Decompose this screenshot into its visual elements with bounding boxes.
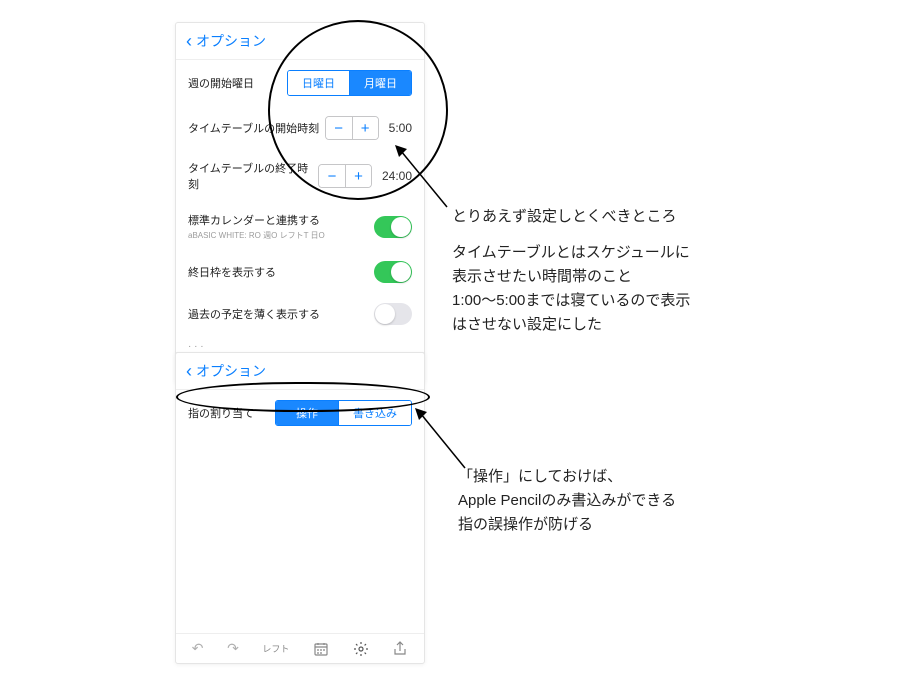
row-label: 指の割り当て [188,405,275,421]
arrow-icon [395,145,455,215]
panel2-toolbar: ↶ ↷ レフト [176,633,424,663]
stepper-plus[interactable]: + [352,117,378,139]
seg-option-write[interactable]: 書き込み [338,401,411,425]
row-tt-start: タイムテーブルの開始時刻 − + 5:00 [176,106,424,150]
row-cutoff: · · · [176,335,424,352]
chevron-left-icon: ‹ [186,362,192,380]
tt-end-stepper: − + [318,164,372,188]
finger-segmented: 操作 書き込み [275,400,412,426]
tt-start-value: 5:00 [389,121,412,135]
seg-option-monday[interactable]: 月曜日 [349,71,411,95]
options-panel-1: ‹ オプション 週の開始曜日 日曜日 月曜日 タイムテーブルの開始時刻 − + … [175,22,425,383]
row-dim-past: 過去の予定を薄く表示する [176,293,424,335]
annotation-text-1: とりあえず設定しとくべきところ タイムテーブルとはスケジュールに 表示させたい時… [452,205,690,337]
row-label: タイムテーブルの終了時刻 [188,160,318,192]
seg-option-control[interactable]: 操作 [276,401,338,425]
tt-start-stepper: − + [325,116,379,140]
show-holiday-switch[interactable] [374,261,412,283]
row-label: 過去の予定を薄く表示する [188,306,374,322]
undo-icon[interactable]: ↶ [192,640,204,657]
toolbar-left-label[interactable]: レフト [262,642,289,655]
seg-option-sunday[interactable]: 日曜日 [288,71,349,95]
row-tt-end: タイムテーブルの終了時刻 − + 24:00 [176,150,424,202]
week-start-segmented: 日曜日 月曜日 [287,70,412,96]
row-week-start: 週の開始曜日 日曜日 月曜日 [176,60,424,106]
options-panel-2: ‹ オプション 指の割り当て 操作 書き込み ↶ ↷ レフト [175,352,425,664]
share-icon[interactable] [392,641,408,657]
row-subtext: aBASIC WHITE: RO 週O レフトT 日O [188,230,374,241]
panel-title: オプション [196,361,266,381]
annotation-text-2: 「操作」にしておけば、 Apple Pencilのみ書込みができる 指の誤操作が… [458,465,676,537]
row-show-holiday: 終日枠を表示する [176,251,424,293]
gear-icon[interactable] [353,641,369,657]
row-finger-assign: 指の割り当て 操作 書き込み [176,390,424,436]
redo-icon[interactable]: ↷ [227,640,239,657]
panel-back[interactable]: ‹ オプション [176,353,424,390]
row-label: タイムテーブルの開始時刻 [188,120,325,136]
link-calendar-switch[interactable] [374,216,412,238]
row-label: 終日枠を表示する [188,264,374,280]
stepper-minus[interactable]: − [319,165,345,187]
chevron-left-icon: ‹ [186,32,192,50]
calendar-icon[interactable] [313,641,329,657]
panel-title: オプション [196,31,266,51]
row-label: 標準カレンダーと連携する aBASIC WHITE: RO 週O レフトT 日O [188,212,374,241]
panel-back[interactable]: ‹ オプション [176,23,424,60]
row-link-calendar: 標準カレンダーと連携する aBASIC WHITE: RO 週O レフトT 日O [176,202,424,251]
stepper-minus[interactable]: − [326,117,352,139]
dim-past-switch[interactable] [374,303,412,325]
row-label: 週の開始曜日 [188,75,287,91]
stepper-plus[interactable]: + [345,165,371,187]
